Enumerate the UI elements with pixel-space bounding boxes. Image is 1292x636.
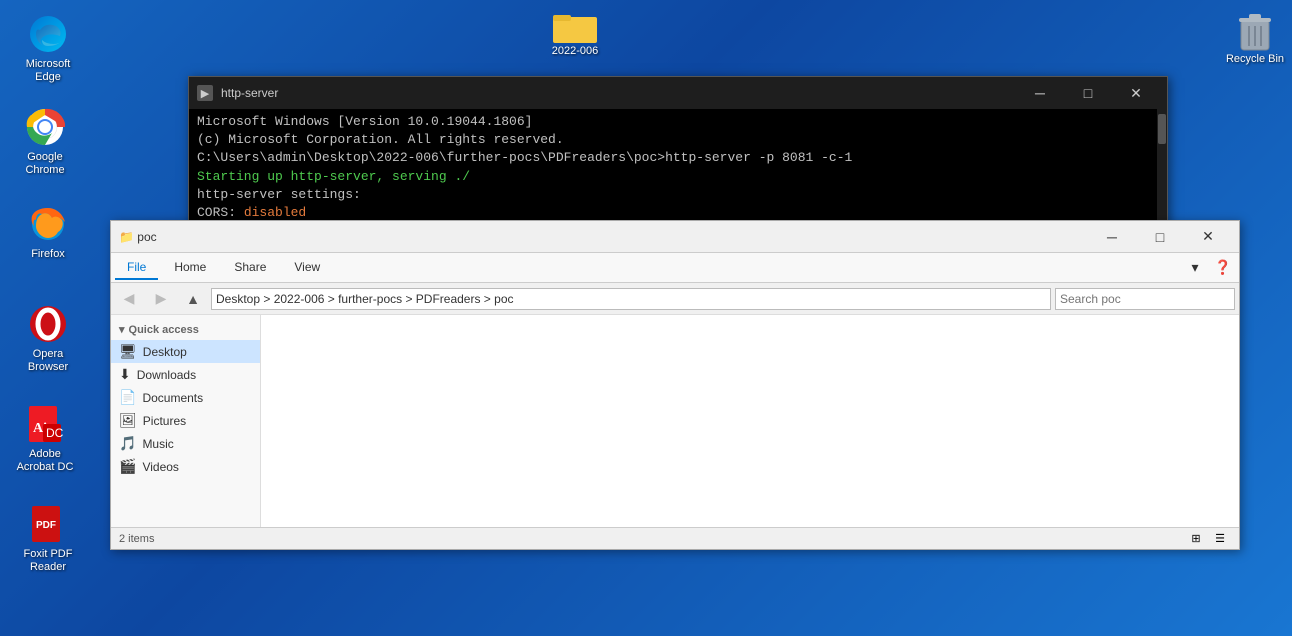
ribbon-tab-file[interactable]: File xyxy=(115,256,158,280)
videos-nav-icon: 🎬 xyxy=(119,458,136,475)
downloads-nav-icon: ⬇ xyxy=(119,366,131,383)
cmd-line: (c) Microsoft Corporation. All rights re… xyxy=(197,131,1159,149)
sidebar-item-pictures[interactable]: 🖼 Pictures xyxy=(111,409,260,432)
downloads-nav-label: Downloads xyxy=(137,368,196,382)
recycle-bin-icon[interactable]: Recycle Bin xyxy=(1215,5,1292,69)
edge-label: Microsoft Edge xyxy=(12,58,84,84)
explorer-sidebar: ▾ Quick access 🖥 Desktop ⬇ Downloads 📄 D… xyxy=(111,315,261,527)
firefox-icon-image xyxy=(28,204,68,244)
explorer-body: ▾ Quick access 🖥 Desktop ⬇ Downloads 📄 D… xyxy=(111,315,1239,527)
forward-button[interactable]: ▶ xyxy=(147,287,175,311)
explorer-minimize-button[interactable]: ─ xyxy=(1089,223,1135,251)
sidebar-header-quick: ▾ Quick access xyxy=(111,319,260,340)
folder-icon-image xyxy=(553,9,597,45)
firefox-label: Firefox xyxy=(31,248,65,261)
explorer-ribbon: File Home Share View ▾ ❓ xyxy=(111,253,1239,283)
cmd-minimize-button[interactable]: ─ xyxy=(1017,77,1063,109)
foxit-label: Foxit PDF Reader xyxy=(12,548,84,574)
explorer-titlebar: 📁 poc ─ □ ✕ xyxy=(111,221,1239,253)
cmd-controls: ─ □ ✕ xyxy=(1017,77,1159,109)
opera-icon-desktop[interactable]: Opera Browser xyxy=(8,300,88,378)
quick-access-arrow: ▾ xyxy=(119,323,125,336)
back-button[interactable]: ◀ xyxy=(115,287,143,311)
ribbon-collapse-button[interactable]: ▾ xyxy=(1183,256,1207,280)
ribbon-help-button[interactable]: ❓ xyxy=(1211,256,1235,280)
cmd-line: Microsoft Windows [Version 10.0.19044.18… xyxy=(197,113,1159,131)
cmd-maximize-button[interactable]: □ xyxy=(1065,77,1111,109)
pictures-nav-label: Pictures xyxy=(143,414,186,428)
recycle-icon-image xyxy=(1235,9,1275,53)
foxit-icon-desktop[interactable]: PDF Foxit PDF Reader xyxy=(8,500,88,578)
chrome-icon-desktop[interactable]: Google Chrome xyxy=(5,103,85,181)
chrome-label: Google Chrome xyxy=(9,151,81,177)
pictures-nav-icon: 🖼 xyxy=(119,412,137,429)
explorer-close-button[interactable]: ✕ xyxy=(1185,223,1231,251)
up-button[interactable]: ▲ xyxy=(179,287,207,311)
explorer-maximize-button[interactable]: □ xyxy=(1137,223,1183,251)
explorer-title: 📁 poc xyxy=(119,230,157,244)
sidebar-item-videos[interactable]: 🎬 Videos xyxy=(111,455,260,478)
chrome-icon-image xyxy=(25,107,65,147)
sidebar-item-documents[interactable]: 📄 Documents xyxy=(111,386,260,409)
acrobat-icon-image: Ai DC xyxy=(25,404,65,444)
cmd-titlebar-left: ▶ http-server xyxy=(197,85,278,101)
svg-text:DC: DC xyxy=(46,426,64,440)
cmd-icon: ▶ xyxy=(197,85,213,101)
desktop-nav-icon: 🖥 xyxy=(119,343,137,360)
ribbon-tab-view[interactable]: View xyxy=(282,256,332,280)
acrobat-label: Adobe Acrobat DC xyxy=(9,448,81,474)
search-bar[interactable] xyxy=(1055,288,1235,310)
quick-access-label: Quick access xyxy=(129,324,199,336)
grid-view-button[interactable]: ⊞ xyxy=(1185,530,1207,548)
documents-nav-label: Documents xyxy=(142,391,203,405)
videos-nav-label: Videos xyxy=(142,460,178,474)
folder-2022-006-label: 2022-006 xyxy=(552,45,599,57)
explorer-window: 📁 poc ─ □ ✕ File Home Share View ▾ ❓ ◀ ▶… xyxy=(110,220,1240,550)
list-view-button[interactable]: ☰ xyxy=(1209,530,1231,548)
sidebar-item-downloads[interactable]: ⬇ Downloads xyxy=(111,363,260,386)
ribbon-tab-share[interactable]: Share xyxy=(222,256,278,280)
cmd-line: C:\Users\admin\Desktop\2022-006\further-… xyxy=(197,149,1159,167)
music-nav-icon: 🎵 xyxy=(119,435,136,452)
explorer-toolbar: ◀ ▶ ▲ xyxy=(111,283,1239,315)
acrobat-icon-desktop[interactable]: Ai DC Adobe Acrobat DC xyxy=(5,400,85,478)
sidebar-item-music[interactable]: 🎵 Music xyxy=(111,432,260,455)
foxit-icon-image: PDF xyxy=(28,504,68,544)
cmd-close-button[interactable]: ✕ xyxy=(1113,77,1159,109)
view-buttons: ⊞ ☰ xyxy=(1185,530,1231,548)
opera-icon-image xyxy=(28,304,68,344)
firefox-icon-desktop[interactable]: Firefox xyxy=(8,200,88,265)
opera-label: Opera Browser xyxy=(12,348,84,374)
music-nav-label: Music xyxy=(142,437,173,451)
documents-nav-icon: 📄 xyxy=(119,389,136,406)
sidebar-item-desktop[interactable]: 🖥 Desktop xyxy=(111,340,260,363)
edge-icon-image xyxy=(28,14,68,54)
recycle-bin-label: Recycle Bin xyxy=(1226,53,1284,65)
explorer-main xyxy=(261,315,1239,527)
cmd-scrollbar-thumb xyxy=(1158,114,1166,144)
explorer-statusbar: 2 items ⊞ ☰ xyxy=(111,527,1239,549)
status-item-count: 2 items xyxy=(119,533,154,545)
explorer-controls: ─ □ ✕ xyxy=(1089,223,1231,251)
cmd-title: http-server xyxy=(221,86,278,100)
edge-icon-desktop[interactable]: Microsoft Edge xyxy=(8,10,88,88)
folder-2022-006[interactable]: 2022-006 xyxy=(535,5,615,61)
desktop-nav-label: Desktop xyxy=(143,345,187,359)
ribbon-tab-home[interactable]: Home xyxy=(162,256,218,280)
address-bar[interactable] xyxy=(211,288,1051,310)
svg-text:PDF: PDF xyxy=(36,520,56,531)
cmd-line: http-server settings: xyxy=(197,186,1159,204)
cmd-titlebar: ▶ http-server ─ □ ✕ xyxy=(189,77,1167,109)
cmd-line: Starting up http-server, serving ./ xyxy=(197,168,1159,186)
